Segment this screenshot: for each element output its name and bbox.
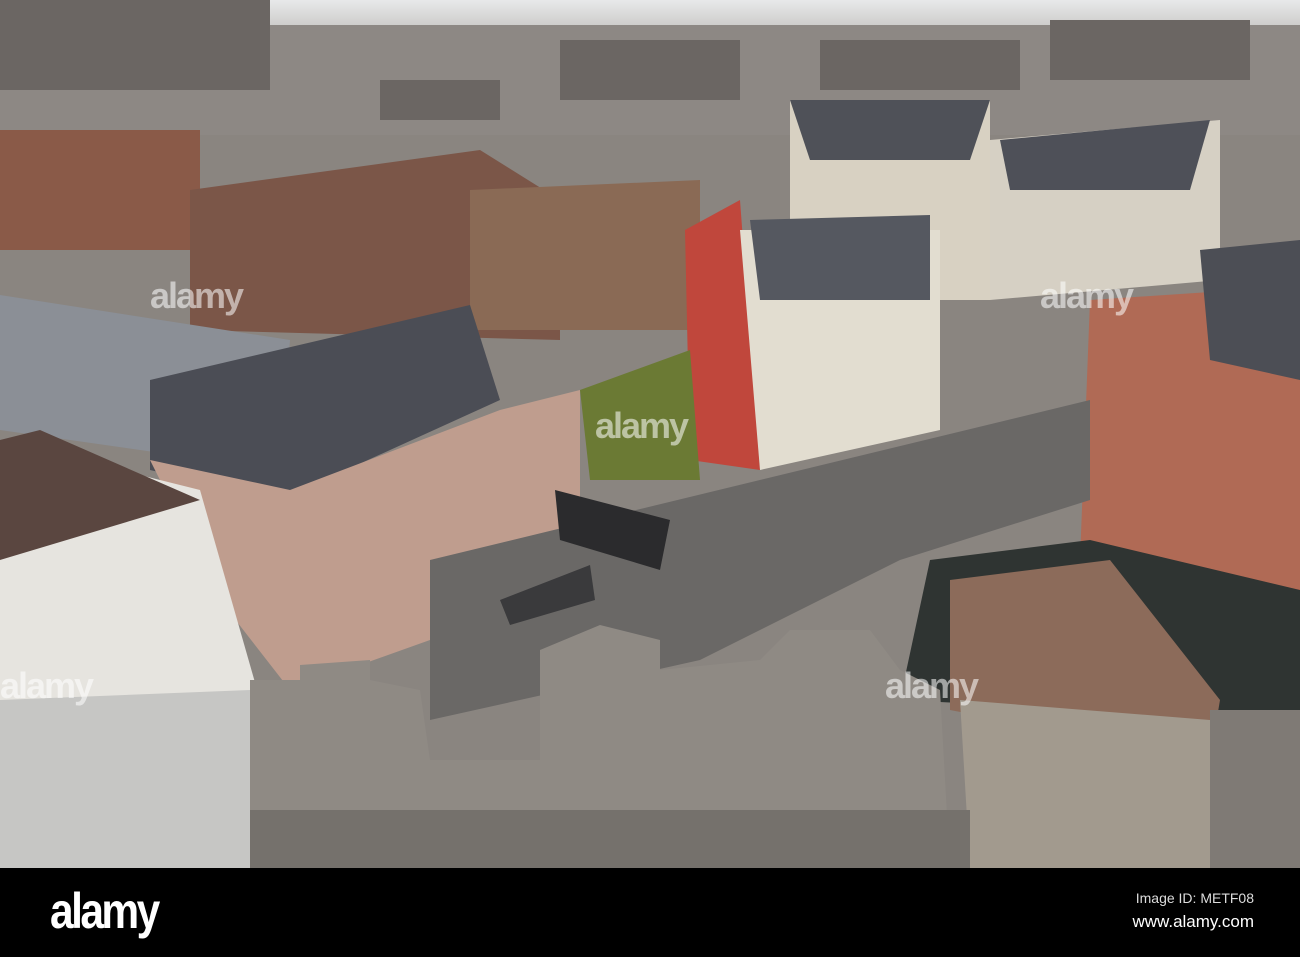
watermark-text: alamy — [150, 275, 244, 316]
scaffolding — [0, 690, 250, 868]
image-id: Image ID: METF08 — [1135, 890, 1254, 906]
website-link[interactable]: www.alamy.com — [1132, 912, 1254, 932]
watermark-text: alamy — [595, 405, 689, 446]
watermark-text: alamy — [0, 665, 94, 706]
footer-bar: alamy Image ID: METF08 www.alamy.com — [0, 868, 1300, 957]
alamy-logo: alamy — [50, 883, 160, 939]
watermark-text: alamy — [1040, 275, 1134, 316]
watermark-text: alamy — [885, 665, 979, 706]
stock-photo: alamy alamy alamy alamy alamy — [0, 0, 1300, 868]
